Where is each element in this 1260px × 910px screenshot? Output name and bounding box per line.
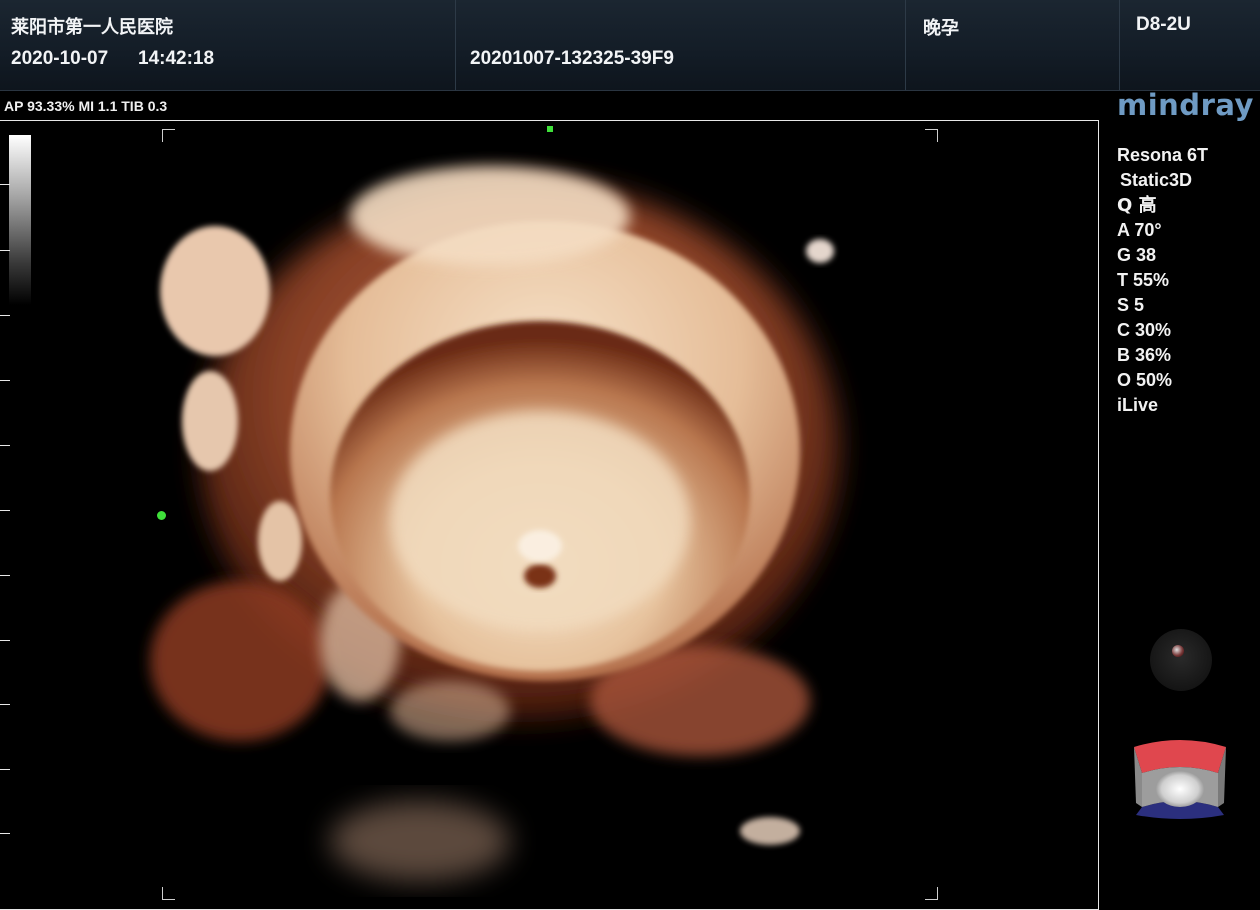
- image-viewport[interactable]: [0, 120, 1099, 910]
- roi-corner-top-left: [162, 129, 175, 142]
- probe-name: D8-2U: [1136, 14, 1191, 35]
- acoustic-output-readout: AP 93.33% MI 1.1 TIB 0.3: [4, 98, 168, 114]
- orientation-marker-top: [547, 126, 553, 132]
- header-bar: 莱阳市第一人民医院 2020-10-07 14:42:18 20201007-1…: [0, 0, 1260, 91]
- depth-tick: [0, 510, 10, 511]
- patient-id: 20201007-132325-39F9: [470, 48, 674, 69]
- depth-tick: [0, 445, 10, 446]
- exam-type: 晚孕: [923, 18, 959, 39]
- depth-scale: [0, 121, 12, 909]
- param-smooth: S 5: [1117, 295, 1145, 315]
- param-gain: G 38: [1117, 245, 1157, 265]
- roi-corner-top-right: [925, 129, 938, 142]
- exam-type-cell: 晚孕: [905, 0, 1120, 90]
- system-model: Resona 6T: [1117, 145, 1209, 165]
- roi-corner-bottom-left: [162, 887, 175, 900]
- depth-tick: [0, 769, 10, 770]
- depth-tick: [0, 315, 10, 316]
- imaging-mode: Static3D: [1120, 170, 1193, 190]
- mindray-logo: mindray: [1117, 88, 1254, 122]
- param-ilive: iLive: [1117, 395, 1159, 415]
- depth-tick: [0, 833, 10, 834]
- param-opacity: O 50%: [1117, 370, 1173, 390]
- depth-tick: [0, 575, 10, 576]
- depth-tick: [0, 380, 10, 381]
- grayscale-bar: [9, 135, 31, 305]
- trackball-light-icon: [1172, 645, 1184, 657]
- probe-cell: D8-2U: [1119, 0, 1260, 90]
- depth-tick: [0, 704, 10, 705]
- param-quality: Q 高: [1117, 195, 1157, 216]
- param-brightness: B 36%: [1117, 345, 1172, 365]
- param-contrast: C 30%: [1117, 320, 1172, 340]
- param-angle: A 70°: [1117, 220, 1162, 240]
- hospital-cell: 莱阳市第一人民医院 2020-10-07 14:42:18: [0, 0, 455, 90]
- hospital-name: 莱阳市第一人民医院: [11, 17, 173, 38]
- orientation-marker-left: [157, 511, 166, 520]
- param-threshold: T 55%: [1117, 270, 1170, 290]
- trackball-icon[interactable]: [1150, 629, 1212, 691]
- roi-corner-bottom-right: [925, 887, 938, 900]
- depth-tick: [0, 640, 10, 641]
- orientation-cube-icon[interactable]: [1132, 737, 1228, 821]
- exam-time: 14:42:18: [138, 48, 215, 69]
- depth-tick: [0, 184, 10, 185]
- patient-cell: 20201007-132325-39F9: [455, 0, 906, 90]
- exam-date: 2020-10-07: [11, 48, 109, 69]
- imaging-parameters: Resona 6T Static3D Q 高 A 70° G 38 T 55% …: [1117, 143, 1208, 418]
- depth-tick: [0, 250, 10, 251]
